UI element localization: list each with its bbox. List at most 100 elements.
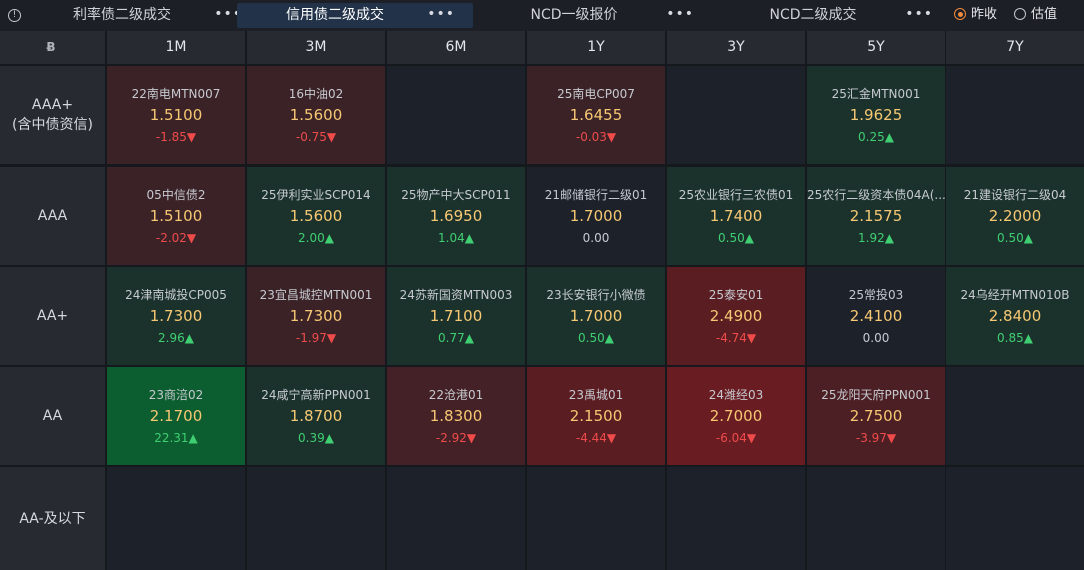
column-header-3m[interactable]: 3M	[247, 31, 385, 64]
bond-yield: 1.6455	[569, 106, 623, 124]
bond-yield: 1.6950	[429, 207, 483, 225]
bond-yield: 2.4900	[709, 307, 763, 325]
bond-cell[interactable]: 25伊利实业SCP014 1.5600 2.00▲	[247, 167, 385, 265]
bond-cell[interactable]: 24苏新国资MTN003 1.7100 0.77▲	[387, 267, 525, 365]
grid-corner: Ƀ	[0, 31, 105, 64]
row-header: AA-及以下	[0, 467, 105, 570]
bond-change: 1.92▲	[858, 231, 894, 245]
bond-change: 0.25▲	[858, 130, 894, 144]
bond-cell[interactable]: 21邮储银行二级01 1.7000 0.00	[527, 167, 665, 265]
radio-valuation[interactable]: 估值	[1014, 7, 1064, 23]
bond-yield: 1.7300	[289, 307, 343, 325]
bond-name: 23商涪02	[148, 388, 204, 402]
bond-yield: 1.5600	[289, 106, 343, 124]
bond-cell[interactable]: 23商涪02 2.1700 22.31▲	[107, 367, 245, 465]
bond-name: 23禹城01	[568, 388, 624, 402]
bond-name: 22沧港01	[428, 388, 484, 402]
bond-cell[interactable]: 24咸宁高新PPN001 1.8700 0.39▲	[247, 367, 385, 465]
more-options-icon[interactable]: •••	[427, 3, 455, 26]
bond-cell[interactable]: 24潍经03 2.7000 -6.04▼	[667, 367, 805, 465]
empty-cell	[667, 467, 805, 570]
bond-yield: 2.4100	[849, 307, 903, 325]
empty-cell	[527, 467, 665, 570]
tab-label: NCD一级报价	[530, 7, 618, 23]
bond-change: -4.44▼	[575, 431, 617, 445]
bond-change: -3.97▼	[855, 431, 897, 445]
column-header-5y[interactable]: 5Y	[807, 31, 945, 64]
bond-logo-icon[interactable]: Ƀ	[44, 40, 58, 54]
bond-yield: 1.5600	[289, 207, 343, 225]
bond-yield: 1.8300	[429, 407, 483, 425]
bond-name: 22南电MTN007	[131, 87, 221, 101]
bond-cell[interactable]: 23长安银行小微债 1.7000 0.50▲	[527, 267, 665, 365]
bond-cell[interactable]: 25龙阳天府PPN001 2.7500 -3.97▼	[807, 367, 945, 465]
tab-rate-bond-secondary[interactable]: 利率债二级成交 •••	[24, 3, 260, 28]
bond-cell[interactable]: 25南电CP007 1.6455 -0.03▼	[527, 66, 665, 164]
bond-yield: 1.5100	[149, 207, 203, 225]
bond-cell[interactable]: 25农行二级资本债04A(... 2.1575 1.92▲	[807, 167, 945, 265]
bond-name: 16中油02	[288, 87, 344, 101]
radio-prev-close[interactable]: 昨收	[954, 7, 1004, 23]
bond-cell[interactable]: 25物产中大SCP011 1.6950 1.04▲	[387, 167, 525, 265]
bond-change: -0.75▼	[295, 130, 337, 144]
bond-cell[interactable]: 24乌经开MTN010B 2.8400 0.85▲	[946, 267, 1084, 365]
column-header-1m[interactable]: 1M	[107, 31, 245, 64]
bond-change: 2.00▲	[298, 231, 334, 245]
bond-name: 23宜昌城控MTN001	[259, 288, 373, 302]
bond-change: -6.04▼	[715, 431, 757, 445]
column-header-7y[interactable]: 7Y	[946, 31, 1084, 64]
radio-checked-icon	[954, 8, 966, 20]
bond-name: 24苏新国资MTN003	[399, 288, 513, 302]
bond-name: 05中信债2	[146, 188, 206, 202]
empty-cell	[387, 66, 525, 164]
bond-cell[interactable]: 22南电MTN007 1.5100 -1.85▼	[107, 66, 245, 164]
bond-name: 24津南城投CP005	[125, 288, 227, 302]
more-options-icon[interactable]: •••	[905, 3, 933, 26]
bond-name: 25农行二级资本债04A(...	[807, 188, 945, 202]
bond-yield: 1.7300	[149, 307, 203, 325]
tab-label: 信用债二级成交	[286, 7, 384, 23]
bond-name: 25农业银行三农债01	[678, 188, 794, 202]
bond-cell[interactable]: 23禹城01 2.1500 -4.44▼	[527, 367, 665, 465]
bond-yield: 1.7000	[569, 307, 623, 325]
bond-change: -2.92▼	[435, 431, 477, 445]
empty-cell	[807, 467, 945, 570]
bond-name: 25南电CP007	[557, 87, 635, 101]
column-header-6m[interactable]: 6M	[387, 31, 525, 64]
bond-change: 0.00	[582, 231, 610, 245]
empty-cell	[946, 367, 1084, 465]
bond-cell[interactable]: 25常投03 2.4100 0.00	[807, 267, 945, 365]
bond-cell[interactable]: 22沧港01 1.8300 -2.92▼	[387, 367, 525, 465]
bond-cell[interactable]: 25农业银行三农债01 1.7400 0.50▲	[667, 167, 805, 265]
bond-cell[interactable]: 05中信债2 1.5100 -2.02▼	[107, 167, 245, 265]
row-header: AAA	[0, 167, 105, 265]
tab-credit-bond-secondary[interactable]: 信用债二级成交 •••	[237, 3, 473, 28]
empty-cell	[946, 467, 1084, 570]
bond-yield: 2.1700	[149, 407, 203, 425]
column-header-3y[interactable]: 3Y	[667, 31, 805, 64]
bond-cell[interactable]: 24津南城投CP005 1.7300 2.96▲	[107, 267, 245, 365]
tab-ncd-secondary[interactable]: NCD二级成交 •••	[715, 3, 951, 28]
empty-cell	[387, 467, 525, 570]
bond-name: 24潍经03	[708, 388, 764, 402]
bond-change: 2.96▲	[158, 331, 194, 345]
bond-cell[interactable]: 25汇金MTN001 1.9625 0.25▲	[807, 66, 945, 164]
bond-cell[interactable]: 23宜昌城控MTN001 1.7300 -1.97▼	[247, 267, 385, 365]
tab-ncd-primary-quote[interactable]: NCD一级报价 •••	[476, 3, 712, 28]
empty-cell	[667, 66, 805, 164]
bond-yield: 2.7500	[849, 407, 903, 425]
empty-cell	[247, 467, 385, 570]
radio-label: 估值	[1031, 7, 1058, 22]
more-options-icon[interactable]: •••	[666, 3, 694, 26]
bond-name: 24咸宁高新PPN001	[261, 388, 371, 402]
bond-change: -4.74▼	[715, 331, 757, 345]
bond-name: 25龙阳天府PPN001	[821, 388, 931, 402]
info-icon[interactable]: !	[8, 9, 21, 22]
bond-cell[interactable]: 16中油02 1.5600 -0.75▼	[247, 66, 385, 164]
column-header-1y[interactable]: 1Y	[527, 31, 665, 64]
bond-yield: 2.2000	[988, 207, 1042, 225]
bond-cell[interactable]: 21建设银行二级04 2.2000 0.50▲	[946, 167, 1084, 265]
bond-name: 25汇金MTN001	[831, 87, 921, 101]
bond-change: 0.77▲	[438, 331, 474, 345]
bond-cell[interactable]: 25泰安01 2.4900 -4.74▼	[667, 267, 805, 365]
